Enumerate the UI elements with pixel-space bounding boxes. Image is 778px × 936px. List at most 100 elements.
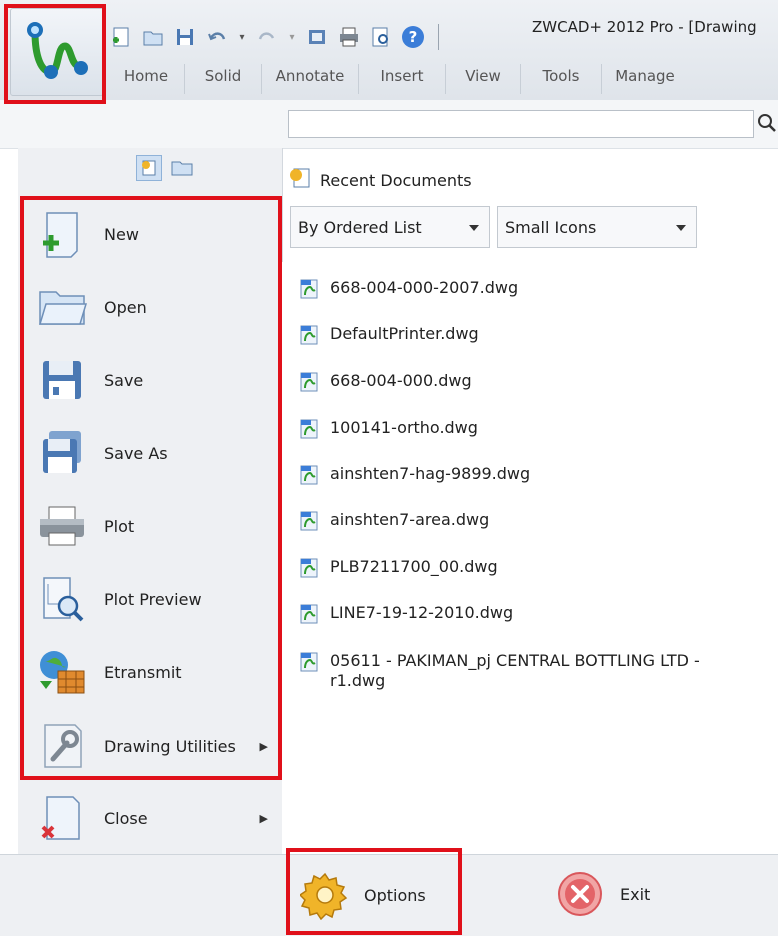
chevron-down-icon bbox=[676, 225, 686, 231]
list-item[interactable]: 668-004-000.dwg bbox=[298, 371, 738, 393]
tab-solid[interactable]: Solid bbox=[184, 64, 261, 94]
dwg-file-icon bbox=[300, 465, 318, 485]
document-name: 668-004-000.dwg bbox=[330, 371, 472, 390]
search-icon[interactable] bbox=[756, 112, 778, 138]
ribbon-tabs: Home Solid Annotate Insert View Tools Ma… bbox=[108, 64, 688, 94]
tab-manage[interactable]: Manage bbox=[601, 64, 688, 94]
document-name: ainshten7-area.dwg bbox=[330, 510, 490, 529]
document-name: LINE7-19-12-2010.dwg bbox=[330, 603, 514, 622]
help-icon[interactable]: ? bbox=[400, 24, 426, 50]
menu-item-label: Etransmit bbox=[104, 662, 182, 682]
dwg-file-icon bbox=[300, 325, 318, 345]
menu-item-drawing-utilities[interactable]: Drawing Utilities ▶ bbox=[26, 710, 276, 782]
list-item[interactable]: DefaultPrinter.dwg bbox=[298, 324, 738, 346]
dwg-file-icon bbox=[300, 558, 318, 578]
exit-button[interactable]: Exit bbox=[556, 870, 650, 918]
folder-open-icon bbox=[32, 279, 92, 335]
plot-preview-icon bbox=[32, 571, 92, 627]
list-item[interactable]: ainshten7-hag-9899.dwg bbox=[298, 464, 738, 486]
tab-annotate[interactable]: Annotate bbox=[261, 64, 358, 94]
dwg-file-icon bbox=[300, 419, 318, 439]
print-icon[interactable] bbox=[336, 24, 362, 50]
dwg-file-icon bbox=[300, 279, 318, 299]
dwg-file-icon bbox=[300, 604, 318, 624]
undo-dropdown-icon[interactable]: ▾ bbox=[236, 24, 248, 50]
list-item[interactable]: 100141-ortho.dwg bbox=[298, 418, 738, 440]
menu-item-label: Save As bbox=[104, 443, 168, 463]
quick-access-toolbar: ▾ ▾ ? bbox=[108, 18, 445, 56]
preview-icon[interactable] bbox=[368, 24, 394, 50]
recent-documents-title: Recent Documents bbox=[320, 170, 472, 190]
sort-order-value: By Ordered List bbox=[298, 217, 422, 237]
menu-item-etransmit[interactable]: Etransmit bbox=[26, 636, 276, 708]
list-item[interactable]: ainshten7-area.dwg bbox=[298, 510, 738, 532]
tab-view[interactable]: View bbox=[445, 64, 520, 94]
new-icon[interactable] bbox=[108, 24, 134, 50]
menu-item-label: Open bbox=[104, 297, 147, 317]
document-name: 05611 - PAKIMAN_pj CENTRAL BOTTLING LTD … bbox=[330, 651, 700, 690]
document-name: 100141-ortho.dwg bbox=[330, 418, 478, 437]
dwg-file-icon bbox=[300, 652, 318, 672]
menu-item-close[interactable]: Close ▶ bbox=[26, 782, 276, 854]
menu-item-save-as[interactable]: Save As bbox=[26, 417, 276, 489]
dwg-file-icon bbox=[300, 372, 318, 392]
document-name: PLB7211700_00.dwg bbox=[330, 557, 498, 576]
chevron-down-icon bbox=[469, 225, 479, 231]
toolbar-separator bbox=[438, 24, 439, 50]
window-title: ZWCAD+ 2012 Pro - [Drawing bbox=[532, 18, 757, 36]
redo-dropdown-icon[interactable]: ▾ bbox=[286, 24, 298, 50]
menu-item-new[interactable]: New bbox=[26, 198, 276, 270]
tab-home[interactable]: Home bbox=[108, 64, 184, 94]
undo-icon[interactable] bbox=[204, 24, 230, 50]
document-name: DefaultPrinter.dwg bbox=[330, 324, 479, 343]
exit-label: Exit bbox=[620, 884, 651, 904]
save-icon[interactable] bbox=[172, 24, 198, 50]
submenu-arrow-icon: ▶ bbox=[259, 739, 268, 753]
recent-documents-header: Recent Documents bbox=[288, 166, 472, 194]
save-as-icon bbox=[32, 425, 92, 481]
redo-icon[interactable] bbox=[254, 24, 280, 50]
tab-tools[interactable]: Tools bbox=[520, 64, 601, 94]
view-mode-select[interactable]: Small Icons bbox=[497, 206, 697, 248]
printer-icon bbox=[32, 498, 92, 554]
list-item[interactable]: 05611 - PAKIMAN_pj CENTRAL BOTTLING LTD … bbox=[298, 651, 728, 691]
list-item[interactable]: 668-004-000-2007.dwg bbox=[298, 278, 738, 300]
dwg-file-icon bbox=[300, 511, 318, 531]
options-button[interactable]: Options bbox=[300, 870, 426, 920]
menu-item-label: Close bbox=[104, 808, 148, 828]
list-item[interactable]: PLB7211700_00.dwg bbox=[298, 557, 738, 579]
new-document-icon bbox=[32, 206, 92, 262]
menu-item-label: Plot bbox=[104, 516, 135, 536]
gear-icon bbox=[300, 872, 348, 920]
menu-item-label: New bbox=[104, 224, 139, 244]
save-icon bbox=[32, 352, 92, 408]
svg-text:?: ? bbox=[409, 28, 418, 46]
list-item[interactable]: LINE7-19-12-2010.dwg bbox=[298, 603, 738, 625]
menu-item-label: Drawing Utilities bbox=[104, 736, 236, 756]
open-icon[interactable] bbox=[140, 24, 166, 50]
menu-item-save[interactable]: Save bbox=[26, 344, 276, 416]
menu-item-plot-preview[interactable]: Plot Preview bbox=[26, 563, 276, 635]
menu-item-label: Plot Preview bbox=[104, 589, 202, 609]
options-label: Options bbox=[364, 885, 426, 905]
menu-view-toolbar bbox=[136, 155, 194, 183]
zwcad-logo-icon bbox=[27, 22, 88, 79]
etransmit-icon bbox=[32, 644, 92, 700]
wrench-icon bbox=[32, 718, 92, 774]
menu-item-plot[interactable]: Plot bbox=[26, 490, 276, 562]
menu-item-open[interactable]: Open bbox=[26, 271, 276, 343]
recent-documents-icon bbox=[288, 166, 312, 194]
document-name: ainshten7-hag-9899.dwg bbox=[330, 464, 531, 483]
recent-documents-icon[interactable] bbox=[136, 155, 162, 181]
submenu-arrow-icon: ▶ bbox=[259, 811, 268, 825]
document-name: 668-004-000-2007.dwg bbox=[330, 278, 519, 297]
search-input[interactable] bbox=[288, 110, 754, 138]
close-icon bbox=[558, 872, 602, 916]
open-folder-icon[interactable] bbox=[170, 155, 194, 183]
application-menu-button[interactable] bbox=[10, 8, 104, 96]
close-document-icon bbox=[32, 790, 92, 846]
tab-insert[interactable]: Insert bbox=[358, 64, 445, 94]
plot-setup-icon[interactable] bbox=[304, 24, 330, 50]
sort-order-select[interactable]: By Ordered List bbox=[290, 206, 490, 248]
view-mode-value: Small Icons bbox=[505, 217, 597, 237]
